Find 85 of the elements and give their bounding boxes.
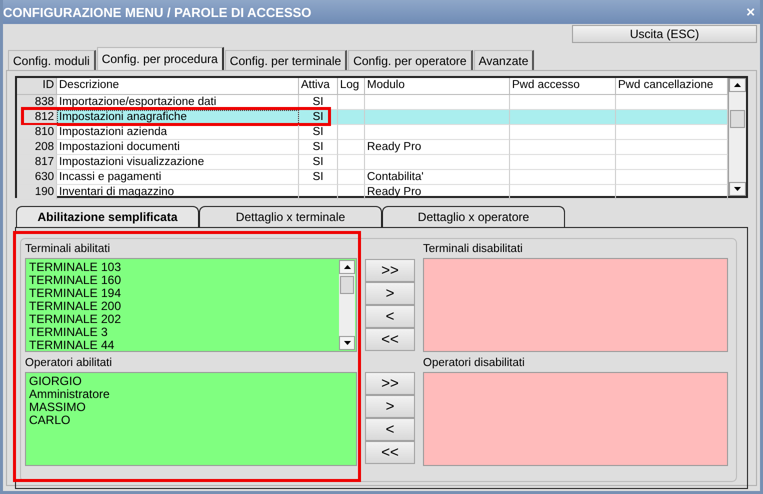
list-item[interactable]: Amministratore (29, 388, 353, 401)
list-item[interactable]: TERMINALE 103 (29, 261, 335, 274)
table-cell: 208 (17, 140, 57, 155)
move-button[interactable]: >> (365, 372, 415, 395)
table-cell: Contabilita' (365, 170, 510, 185)
tab[interactable]: Dettaglio x terminale (199, 206, 382, 227)
table-cell: SI (299, 155, 338, 170)
list-item[interactable]: TERMINALE 44 (29, 339, 335, 352)
table-cell (338, 155, 365, 170)
table-cell: Ready Pro (365, 185, 510, 200)
down-arrow-icon (734, 187, 741, 191)
table-row[interactable]: 810 Impostazioni azienda SI (17, 125, 728, 140)
scrollbar[interactable] (728, 78, 746, 196)
exit-button[interactable]: Uscita (ESC) (572, 25, 757, 43)
tab[interactable]: Config. per operatore (348, 50, 473, 70)
table-cell (338, 110, 365, 125)
column-header: Pwd accesso (510, 78, 616, 94)
table-cell: SI (299, 125, 338, 140)
column-header: Modulo (365, 78, 510, 94)
column-header: Attiva (299, 78, 338, 94)
tab[interactable]: Dettaglio x operatore (382, 206, 565, 227)
list-item[interactable]: CARLO (29, 414, 353, 427)
table-row[interactable]: 208 Impostazioni documenti SI Ready Pro (17, 140, 728, 155)
list-box[interactable] (423, 372, 728, 466)
list-label: Operatori disabilitati (423, 357, 526, 369)
move-button[interactable]: > (365, 395, 415, 418)
scroll-up-button[interactable] (729, 78, 746, 92)
column-header: Log (338, 78, 365, 94)
list-label: Terminali abilitati (25, 243, 112, 255)
table-cell: Inventari di magazzino (57, 185, 299, 200)
list-label: Operatori abilitati (25, 357, 113, 369)
table-row[interactable]: 190 Inventari di magazzino Ready Pro (17, 185, 728, 200)
table-row[interactable]: 812 Impostazioni anagrafiche SI (17, 110, 728, 125)
list-box[interactable] (423, 258, 728, 352)
column-header: ID (17, 78, 57, 94)
table-cell: Impostazioni documenti (57, 140, 299, 155)
table-cell: 630 (17, 170, 57, 185)
window-title: CONFIGURAZIONE MENU / PAROLE DI ACCESSO (3, 4, 312, 20)
tab[interactable]: Config. per procedura (96, 47, 224, 70)
list-item[interactable]: GIORGIO (29, 375, 353, 388)
list-item[interactable]: MASSIMO (29, 401, 353, 414)
table-row[interactable]: 817 Impostazioni visualizzazione SI (17, 155, 728, 170)
tab[interactable]: Config. per terminale (224, 50, 348, 70)
move-button[interactable]: > (365, 282, 415, 305)
table-cell: SI (299, 140, 338, 155)
scroll-down-button[interactable] (339, 336, 355, 350)
table-cell: SI (299, 110, 338, 125)
list-item[interactable]: TERMINALE 160 (29, 274, 335, 287)
list-box[interactable]: GIORGIO Amministratore MASSIMO CARLO (25, 372, 357, 466)
table-row[interactable]: 630 Incassi e pagamenti SI Contabilita' (17, 170, 728, 185)
table-cell: 817 (17, 155, 57, 170)
move-button[interactable]: << (365, 441, 415, 464)
scroll-thumb[interactable] (730, 110, 745, 128)
table-cell: Impostazioni anagrafiche (57, 110, 299, 125)
table-cell: Impostazioni visualizzazione (57, 155, 299, 170)
column-header: Descrizione (57, 78, 299, 94)
tab[interactable]: Abilitazione semplificata (16, 206, 199, 227)
list-label: Terminali disabilitati (423, 243, 524, 255)
list-box[interactable]: TERMINALE 103 TERMINALE 160 TERMINALE 194 TERMINALE 200 TERMINALE 202 TERMINALE 3 TERMINALE 44 (25, 258, 357, 352)
move-button[interactable]: < (365, 418, 415, 441)
list-item[interactable]: TERMINALE 200 (29, 300, 335, 313)
up-arrow-icon (344, 265, 350, 269)
table-cell: 810 (17, 125, 57, 140)
table-cell: Impostazioni azienda (57, 125, 299, 140)
list-item[interactable]: TERMINALE 3 (29, 326, 335, 339)
tab[interactable]: Config. moduli (8, 50, 96, 70)
table-cell (338, 125, 365, 140)
scroll-down-button[interactable] (729, 182, 746, 196)
up-arrow-icon (734, 83, 741, 87)
table-cell: SI (299, 170, 338, 185)
move-button[interactable]: >> (365, 259, 415, 282)
scrollbar[interactable] (339, 260, 355, 350)
table-cell: Incassi e pagamenti (57, 170, 299, 185)
tab[interactable]: Avanzate (474, 50, 534, 70)
move-button[interactable]: << (365, 328, 415, 351)
down-arrow-icon (344, 341, 350, 345)
table-cell (338, 140, 365, 155)
table-cell (338, 170, 365, 185)
list-item[interactable]: TERMINALE 202 (29, 313, 335, 326)
scroll-thumb[interactable] (340, 276, 354, 294)
table-cell: Ready Pro (365, 140, 510, 155)
table-cell: 190 (17, 185, 57, 200)
move-button[interactable]: < (365, 305, 415, 328)
list-item[interactable]: TERMINALE 194 (29, 287, 335, 300)
scroll-up-button[interactable] (339, 260, 355, 274)
